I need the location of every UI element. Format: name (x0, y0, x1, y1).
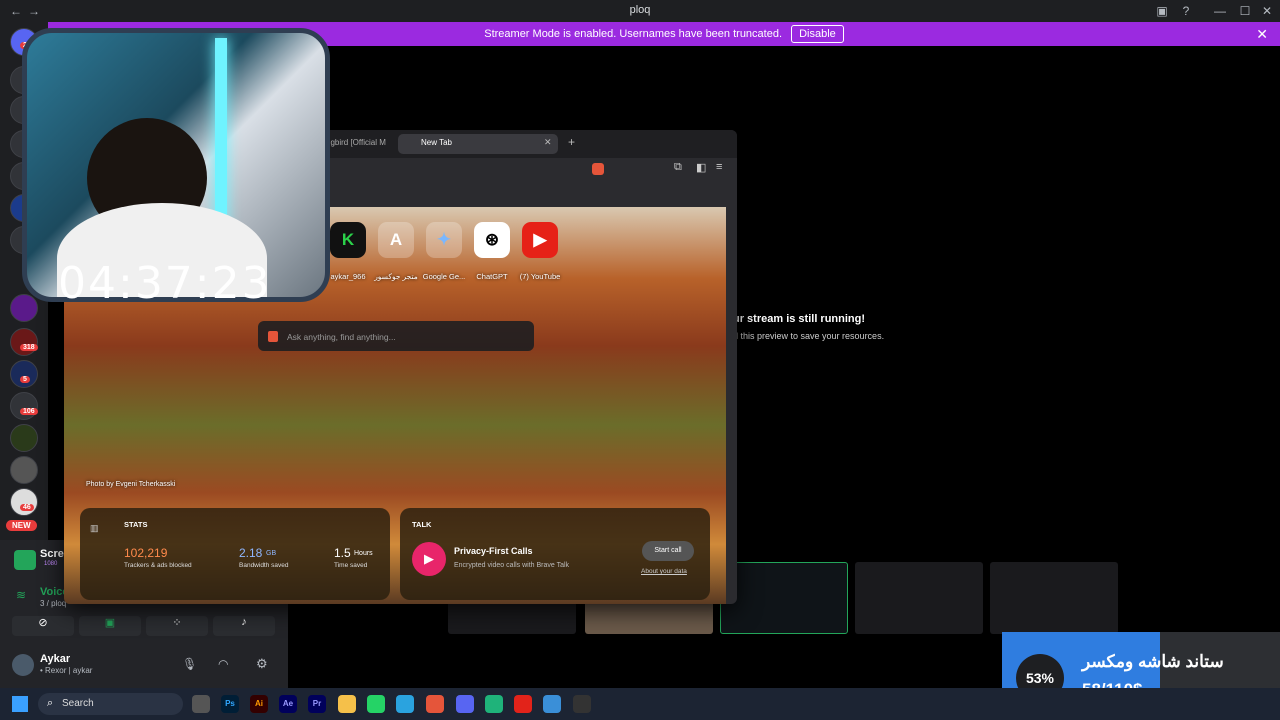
brave-logo-icon (268, 331, 278, 342)
tab-previous[interactable]: ngbird [Official M (326, 138, 386, 147)
tab-active-label: New Tab (421, 138, 452, 147)
bandwidth-unit: GB (266, 550, 277, 557)
time-unit: Hours (354, 550, 373, 557)
microphone-icon[interactable]: 🎙 (182, 657, 197, 671)
whatsapp-icon[interactable] (367, 695, 385, 713)
unread-badge: 318 (20, 344, 38, 351)
brave-icon[interactable] (426, 695, 444, 713)
talk-heading: Privacy-First Calls (454, 546, 533, 556)
about-data-link[interactable]: About your data (641, 568, 687, 575)
taskbar-app-icon[interactable] (485, 695, 503, 713)
brave-shield-icon[interactable] (592, 163, 604, 175)
time-label: Time saved (334, 562, 368, 569)
close-icon[interactable]: ✕ (1256, 22, 1268, 46)
close-tab-icon[interactable]: ✕ (544, 137, 552, 148)
user-name: Aykar (40, 653, 71, 665)
extensions-icon[interactable]: ⧉ (674, 161, 682, 174)
headphones-icon[interactable]: ◠ (218, 657, 228, 671)
start-call-button[interactable]: Start call (642, 541, 694, 561)
participant-tile[interactable] (855, 562, 983, 634)
title-bar: ← → ploq ▣ ? — ☐ ✕ (0, 0, 1280, 22)
telegram-icon[interactable] (396, 695, 414, 713)
stats-title: STATS (124, 520, 148, 529)
signal-icon: ≋ (16, 588, 27, 602)
screen-share-button[interactable]: ▣ (79, 616, 141, 636)
windows-start-icon[interactable] (12, 696, 28, 712)
minimize-button[interactable]: — (1211, 4, 1229, 18)
server-icon[interactable] (10, 392, 38, 420)
shortcut-icon[interactable]: A (378, 222, 414, 258)
after-effects-icon[interactable]: Ae (279, 695, 297, 713)
sidebar-icon[interactable]: ◧ (696, 161, 706, 174)
voice-channel[interactable]: 3 / ploq (40, 599, 66, 608)
stream-icon (14, 550, 36, 570)
window-title: ploq (629, 4, 651, 16)
premiere-icon[interactable]: Pr (308, 695, 326, 713)
photoshop-icon[interactable]: Ps (221, 695, 239, 713)
gear-icon[interactable]: ⚙ (256, 656, 268, 672)
soundboard-button[interactable]: ♪ (213, 616, 275, 636)
photo-credit[interactable]: Photo by Evgeni Tcherkasski (86, 481, 175, 488)
stream-running-heading: ur stream is still running! (733, 313, 866, 325)
talk-sub: Encrypted video calls with Brave Talk (454, 562, 570, 569)
participant-tile[interactable] (720, 562, 848, 634)
server-icon[interactable] (10, 488, 38, 516)
participant-tile[interactable] (990, 562, 1118, 634)
time-value: 1.5 (334, 546, 351, 560)
bandwidth-label: Bandwidth saved (239, 562, 289, 569)
server-icon[interactable] (10, 328, 38, 356)
new-badge: NEW (6, 520, 37, 531)
unread-badge: 5 (20, 376, 30, 383)
shortcut-icon[interactable]: ▶ (522, 222, 558, 258)
help-icon[interactable]: ? (1177, 4, 1195, 18)
light-strip (215, 38, 227, 228)
server-icon[interactable] (10, 424, 38, 452)
server-icon[interactable] (10, 294, 38, 322)
bandwidth-value: 2.18 (239, 546, 263, 560)
stream-clock: 04:37:23 (58, 258, 272, 309)
search-box[interactable] (38, 693, 183, 715)
goal-title: ستاند شاشه ومكسر (1082, 652, 1224, 671)
stats-card: STATS ▥ 102,219 Trackers & ads blocked 2… (80, 508, 390, 600)
shortcut-icon[interactable]: K (330, 222, 366, 258)
search-label: Search (62, 698, 94, 709)
photos-icon[interactable] (543, 695, 561, 713)
camera-off-button[interactable]: ⊘ (12, 616, 74, 636)
trackers-value: 102,219 (124, 546, 168, 560)
illustrator-icon[interactable]: Ai (250, 695, 268, 713)
unread-badge: 106 (20, 408, 38, 415)
unread-badge: 46 (20, 504, 34, 511)
stream-quality: 1080 (44, 561, 58, 567)
close-button[interactable]: ✕ (1258, 4, 1276, 18)
taskbar-app-icon[interactable] (192, 695, 210, 713)
menu-icon[interactable]: ≡ (716, 161, 722, 173)
video-call-icon: ▶ (412, 542, 446, 576)
search-placeholder: Ask anything, find anything... (287, 332, 396, 342)
discord-icon[interactable] (456, 695, 474, 713)
file-explorer-icon[interactable] (338, 695, 356, 713)
activities-button[interactable]: ⁘ (146, 616, 208, 636)
shortcut-label: (7) YouTube (519, 272, 561, 281)
user-status: • Rexor | aykar (40, 666, 93, 675)
stream-running-subtext: d this preview to save your resources. (733, 331, 885, 341)
maximize-button[interactable]: ☐ (1236, 4, 1254, 18)
server-icon[interactable] (10, 360, 38, 388)
shortcut-icon[interactable]: ✦ (426, 222, 462, 258)
shortcut-icon[interactable]: ⊛ (474, 222, 510, 258)
taskbar-app-icon[interactable] (514, 695, 532, 713)
server-icon[interactable] (10, 456, 38, 484)
banner-text: Streamer Mode is enabled. Usernames have… (484, 28, 783, 40)
avatar[interactable] (12, 654, 34, 676)
inbox-icon[interactable]: ▣ (1153, 4, 1171, 18)
talk-title: TALK (412, 520, 432, 529)
talk-card: TALK ▶ Privacy-First Calls Encrypted vid… (400, 508, 710, 600)
obs-icon[interactable] (573, 695, 591, 713)
new-tab-button[interactable]: + (568, 135, 575, 149)
trackers-label: Trackers & ads blocked (124, 562, 192, 569)
search-icon: ⌕ (47, 697, 54, 709)
disable-button[interactable]: Disable (791, 25, 844, 43)
chart-icon: ▥ (90, 523, 99, 533)
